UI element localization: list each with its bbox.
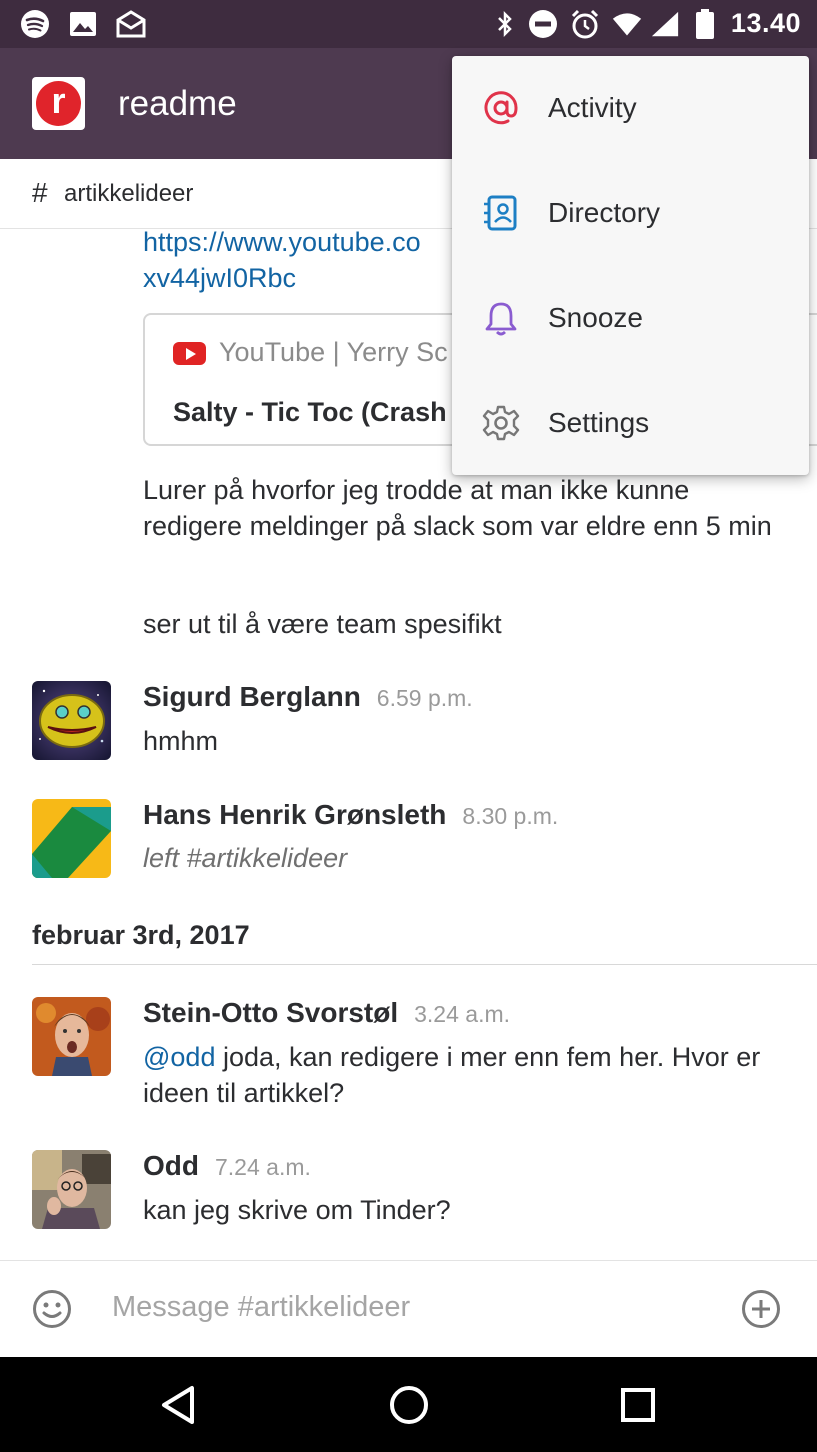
menu-item-label: Snooze xyxy=(548,302,643,333)
menu-item-label: Activity xyxy=(548,92,637,123)
message-text: ser ut til å være team spesifikt xyxy=(143,609,502,639)
message-text: kan jeg skrive om Tinder? xyxy=(143,1195,451,1225)
gear-icon xyxy=(482,404,520,442)
message-input[interactable]: Message #artikkelideer xyxy=(112,1291,410,1324)
team-logo[interactable]: r xyxy=(32,77,85,130)
message-author[interactable]: Stein-Otto Svorstøl 3.24 a.m. xyxy=(143,997,510,1029)
avatar[interactable] xyxy=(32,799,111,878)
battery-icon xyxy=(690,9,720,39)
bell-icon xyxy=(482,299,520,337)
message-link-line1[interactable]: https://www.youtube.co xyxy=(143,229,421,260)
spotify-icon xyxy=(20,10,50,38)
message-link[interactable]: https://www.youtube.co xv44jwI0Rbc xyxy=(143,229,421,296)
message-timestamp: 8.30 p.m. xyxy=(462,803,559,829)
recents-icon[interactable] xyxy=(616,1383,660,1427)
status-bar: 13.40 xyxy=(0,0,817,48)
wifi-icon xyxy=(612,10,642,38)
menu-item-activity[interactable]: Activity xyxy=(452,56,809,161)
channel-hash-icon: # xyxy=(32,177,48,208)
emoji-icon[interactable] xyxy=(32,1289,72,1329)
avatar[interactable] xyxy=(32,681,111,760)
clock: 13.40 xyxy=(730,8,801,38)
alarm-icon xyxy=(570,9,600,39)
menu-item-label: Directory xyxy=(548,197,661,228)
avatar[interactable] xyxy=(32,1150,111,1229)
message-text: hmhm xyxy=(143,726,219,756)
system-message: left #artikkelideer xyxy=(143,843,348,873)
at-icon xyxy=(482,89,520,127)
message-timestamp: 6.59 p.m. xyxy=(376,685,473,711)
bluetooth-icon xyxy=(490,10,520,38)
message-composer: Message #artikkelideer xyxy=(0,1260,817,1357)
message-link-line2[interactable]: xv44jwI0Rbc xyxy=(143,260,421,296)
menu-item-snooze[interactable]: Snooze xyxy=(452,266,809,371)
mail-icon xyxy=(116,10,146,38)
directory-icon xyxy=(482,194,520,232)
author-name[interactable]: Hans Henrik Grønsleth xyxy=(143,799,446,830)
author-name[interactable]: Odd xyxy=(143,1150,199,1181)
message-text: @odd joda, kan redigere i mer enn fem he… xyxy=(143,1039,793,1111)
team-logo-letter: r xyxy=(36,81,81,126)
message-text: Lurer på hvorfor jeg trodde at man ikke … xyxy=(143,475,772,541)
link-preview-title[interactable]: Salty - Tic Toc (Crash xyxy=(173,397,447,428)
user-mention[interactable]: @odd xyxy=(143,1042,215,1072)
message-author[interactable]: Sigurd Berglann 6.59 p.m. xyxy=(143,681,473,713)
menu-item-label: Settings xyxy=(548,407,650,438)
system-navigation-bar xyxy=(0,1357,817,1452)
back-icon[interactable] xyxy=(158,1383,202,1427)
overflow-menu: Activity Directory Snooze Settings xyxy=(452,56,809,475)
message-author[interactable]: Odd 7.24 a.m. xyxy=(143,1150,311,1182)
author-name[interactable]: Sigurd Berglann xyxy=(143,681,361,712)
home-icon[interactable] xyxy=(387,1383,431,1427)
image-icon xyxy=(68,10,98,38)
author-name[interactable]: Stein-Otto Svorstøl xyxy=(143,997,398,1028)
do-not-disturb-icon xyxy=(528,10,558,38)
message-timestamp: 7.24 a.m. xyxy=(215,1154,311,1180)
day-divider: februar 3rd, 2017 xyxy=(32,920,817,965)
signal-icon xyxy=(650,10,680,38)
link-preview-source: YouTube | Yerry Sc xyxy=(219,337,448,367)
team-name[interactable]: readme xyxy=(118,84,237,124)
avatar[interactable] xyxy=(32,997,111,1076)
youtube-icon xyxy=(173,342,206,365)
message-author[interactable]: Hans Henrik Grønsleth 8.30 p.m. xyxy=(143,799,558,831)
day-divider-label: februar 3rd, 2017 xyxy=(32,920,250,950)
channel-name: artikkelideer xyxy=(64,180,194,207)
message-body: joda, kan redigere i mer enn fem her. Hv… xyxy=(143,1042,761,1108)
menu-item-directory[interactable]: Directory xyxy=(452,161,809,266)
message-timestamp: 3.24 a.m. xyxy=(414,1001,511,1027)
menu-item-settings[interactable]: Settings xyxy=(452,371,809,476)
add-attachment-icon[interactable] xyxy=(741,1289,781,1329)
